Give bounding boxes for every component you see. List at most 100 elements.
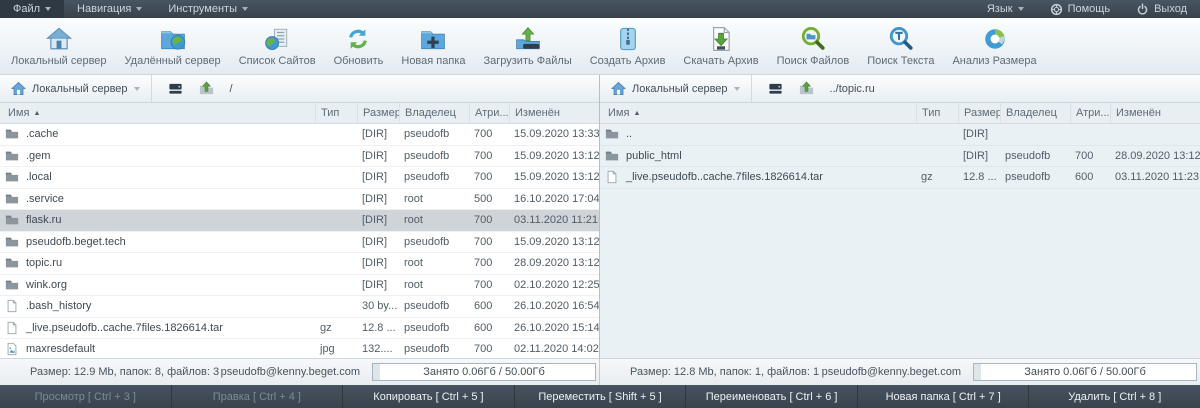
cell-modified: 26.10.2020 16:54...	[509, 300, 599, 312]
bottom-button[interactable]: Новая папка [ Ctrl + 7 ]	[858, 385, 1030, 408]
refresh-icon	[345, 26, 371, 52]
up-directory-icon[interactable]	[199, 81, 214, 96]
cell-modified: 15.09.2020 13:33...	[509, 128, 599, 140]
table-row[interactable]: ..[DIR]	[600, 124, 1200, 146]
table-row[interactable]: pseudofb.beget.tech[DIR]pseudofb70015.09…	[0, 232, 599, 254]
server-label: Локальный сервер	[32, 83, 128, 95]
column-header-0[interactable]: Имя▲	[0, 103, 315, 123]
column-header-label: Атри...	[475, 107, 509, 119]
toolbar-button-upload-files[interactable]: Загрузить Файлы	[475, 23, 581, 70]
selection-summary: Размер: 12.9 Mb, папок: 8, файлов: 3	[30, 366, 221, 378]
column-header-4[interactable]: Атри...	[469, 103, 509, 123]
column-header-label: Размер	[363, 107, 399, 119]
menu-item-помощь[interactable]: Помощь	[1037, 0, 1124, 18]
menu-item-label: Навигация	[77, 3, 131, 15]
toolbar-button-refresh[interactable]: Обновить	[325, 23, 393, 70]
toolbar-button-remote-server[interactable]: Удалённый сервер	[116, 23, 230, 70]
table-row[interactable]: wink.org[DIR]root70002.10.2020 12:25...	[0, 275, 599, 297]
menu-item-навигация[interactable]: Навигация	[64, 0, 155, 18]
cell-modified: 28.09.2020 13:12...	[509, 257, 599, 269]
cell-size: [DIR]	[357, 214, 399, 226]
toolbar-button-new-folder[interactable]: Новая папка	[392, 23, 474, 70]
cell-size: 30 by...	[357, 300, 399, 312]
toolbar-button-size-analysis[interactable]: Анализ Размера	[943, 23, 1045, 70]
table-row[interactable]: flask.ru[DIR]root70003.11.2020 11:21...	[0, 210, 599, 232]
cell-size: [DIR]	[357, 150, 399, 162]
table-row[interactable]: .cache[DIR]pseudofb70015.09.2020 13:33..…	[0, 124, 599, 146]
folder-icon	[5, 235, 19, 249]
cell-size: [DIR]	[958, 150, 1000, 162]
menu-item-выход[interactable]: Выход	[1123, 0, 1200, 18]
toolbar-button-search-files[interactable]: Поиск Файлов	[768, 23, 859, 70]
cell-size: [DIR]	[357, 236, 399, 248]
drive-icon[interactable]	[168, 81, 183, 96]
table-row[interactable]: .service[DIR]root50016.10.2020 17:04...	[0, 189, 599, 211]
file-manager-window: Файл Навигация Инструменты ЯзыкПомощьВыход…	[0, 0, 1200, 408]
bottom-button[interactable]: Копировать [ Ctrl + 5 ]	[343, 385, 515, 408]
column-header-1[interactable]: Тип	[315, 103, 357, 123]
table-row[interactable]: public_html[DIR]pseudofb70028.09.2020 13…	[600, 146, 1200, 168]
bottom-button[interactable]: Переместить [ Shift + 5 ]	[515, 385, 687, 408]
column-header-1[interactable]: Тип	[916, 103, 958, 123]
sort-asc-icon: ▲	[33, 110, 40, 117]
table-row[interactable]: maxresdefaultjpg132....pseudofb70002.11.…	[0, 339, 599, 358]
cell-modified: 26.10.2020 15:14...	[509, 322, 599, 334]
toolbar-button-label: Локальный сервер	[11, 55, 107, 67]
table-row[interactable]: .bash_history30 by...pseudofb60026.10.20…	[0, 296, 599, 318]
column-header-0[interactable]: Имя▲	[600, 103, 916, 123]
selection-summary: Размер: 12.8 Mb, папок: 1, файлов: 1	[630, 366, 822, 378]
table-row[interactable]: .local[DIR]pseudofb70015.09.2020 13:12..…	[0, 167, 599, 189]
toolbar-button-label: Список Сайтов	[239, 55, 316, 67]
bottom-button[interactable]: Удалить [ Ctrl + 8 ]	[1029, 385, 1200, 408]
cell-owner: pseudofb	[399, 343, 469, 355]
column-header-5[interactable]: Изменён	[1110, 103, 1200, 123]
local-server-icon	[46, 26, 72, 52]
toolbar-button-site-list[interactable]: Список Сайтов	[230, 23, 325, 70]
cell-owner: root	[399, 279, 469, 291]
toolbar-button-search-text[interactable]: Поиск Текста	[858, 23, 943, 70]
cell-attrs: 700	[1070, 150, 1110, 162]
toolbar-button-create-archive[interactable]: Создать Архив	[581, 23, 675, 70]
cell-attrs: 700	[469, 128, 509, 140]
server-label: Локальный сервер	[632, 83, 728, 95]
quota-fill	[373, 364, 380, 380]
current-path: /	[230, 83, 233, 95]
cell-size: [DIR]	[357, 279, 399, 291]
column-header-3[interactable]: Владелец	[1000, 103, 1070, 123]
menu-item-инструменты[interactable]: Инструменты	[155, 0, 261, 18]
table-header: Имя▲ТипРазмерВладелецАтри...Изменён	[600, 103, 1200, 124]
table-row[interactable]: _live.pseudofb..cache.7files.1826614.tar…	[0, 318, 599, 340]
table-row[interactable]: _live.pseudofb..cache.7files.1826614.tar…	[600, 167, 1200, 189]
cell-modified: 15.09.2020 13:12...	[509, 236, 599, 248]
current-path: ../topic.ru	[830, 83, 875, 95]
cell-size: [DIR]	[958, 128, 1000, 140]
cell-modified: 03.11.2020 11:23...	[1110, 171, 1200, 183]
cell-type: jpg	[315, 343, 357, 355]
file-list: .cache[DIR]pseudofb70015.09.2020 13:33..…	[0, 124, 599, 358]
column-header-2[interactable]: Размер	[958, 103, 1000, 123]
column-header-3[interactable]: Владелец	[399, 103, 469, 123]
column-header-4[interactable]: Атри...	[1070, 103, 1110, 123]
bottom-button[interactable]: Переименовать [ Ctrl + 6 ]	[686, 385, 858, 408]
menu-item-файл[interactable]: Файл	[0, 0, 64, 18]
cell-attrs: 700	[469, 257, 509, 269]
server-dropdown[interactable]: Локальный сервер	[0, 75, 152, 102]
column-header-2[interactable]: Размер	[357, 103, 399, 123]
cell-owner: pseudofb	[399, 150, 469, 162]
toolbar-button-local-server[interactable]: Локальный сервер	[2, 23, 116, 70]
table-row[interactable]: .gem[DIR]pseudofb70015.09.2020 13:12...	[0, 146, 599, 168]
right-panel: Локальный сервер ../topic.ru Имя▲ТипРазм…	[600, 75, 1200, 358]
cell-owner: pseudofb	[399, 300, 469, 312]
drive-icon[interactable]	[768, 81, 783, 96]
table-row[interactable]: topic.ru[DIR]root70028.09.2020 13:12...	[0, 253, 599, 275]
cell-size: [DIR]	[357, 193, 399, 205]
menu-item-язык[interactable]: Язык	[974, 0, 1037, 18]
toolbar-button-download-archive[interactable]: Скачать Архив	[674, 23, 767, 70]
size-analysis-icon	[982, 26, 1008, 52]
column-header-5[interactable]: Изменён	[509, 103, 599, 123]
server-dropdown[interactable]: Локальный сервер	[600, 75, 752, 102]
menubar: Файл Навигация Инструменты ЯзыкПомощьВыход	[0, 0, 1200, 18]
up-directory-icon[interactable]	[799, 81, 814, 96]
toolbar-button-label: Загрузить Файлы	[484, 55, 572, 67]
chevron-down-icon	[136, 7, 142, 11]
